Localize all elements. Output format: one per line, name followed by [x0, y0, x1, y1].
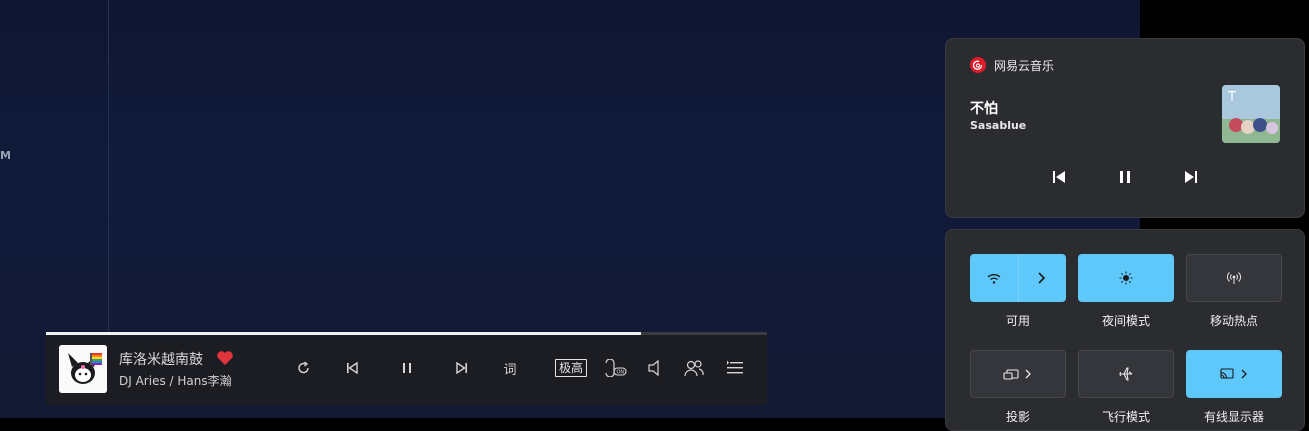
airplane-icon — [1119, 367, 1133, 381]
chevron-right-icon[interactable] — [1036, 271, 1048, 285]
song-artist[interactable]: DJ Aries / Hans李瀚 — [119, 372, 240, 389]
app-name: 网易云音乐 — [994, 59, 1055, 73]
hotspot-icon — [1227, 272, 1241, 284]
airplane-mode-label: 飞行模式 — [1101, 410, 1150, 424]
heart-icon[interactable] — [216, 350, 234, 370]
quality-badge[interactable]: 极高 — [555, 359, 588, 377]
progress-bar[interactable] — [46, 332, 767, 335]
media-artist: Sasablue — [970, 119, 1027, 132]
skip-next-icon — [456, 361, 467, 375]
music-player-bar: 库洛米越南鼓 DJ Aries / Hans李瀚 词 极高 ON — [46, 332, 767, 405]
people-icon — [684, 360, 704, 377]
song-title[interactable]: 库洛米越南鼓 — [119, 349, 203, 369]
media-next-button[interactable] — [1177, 163, 1205, 191]
volume-button[interactable] — [640, 354, 668, 382]
wifi-icon — [987, 274, 1001, 284]
night-light-icon — [1119, 271, 1133, 285]
wifi-label: 可用 — [1005, 314, 1030, 328]
repeat-button[interactable] — [290, 354, 318, 382]
svg-text:ON: ON — [617, 370, 625, 376]
speaker-icon — [648, 359, 659, 377]
night-light-tile[interactable] — [1078, 254, 1174, 302]
media-pause-button[interactable] — [1111, 163, 1139, 191]
cast-icon — [1220, 368, 1247, 379]
project-label: 投影 — [1005, 410, 1030, 424]
mobile-hotspot-tile[interactable] — [1186, 254, 1282, 302]
media-title: 不怕 — [970, 101, 998, 117]
night-light-label: 夜间模式 — [1101, 314, 1150, 328]
listen-together-button[interactable] — [680, 354, 708, 382]
previous-button[interactable] — [338, 354, 366, 382]
airplane-mode-tile[interactable] — [1078, 350, 1174, 398]
album-cover[interactable] — [59, 345, 107, 393]
media-flyout: 网易云音乐 不怕 Sasablue — [945, 38, 1305, 218]
wifi-tile[interactable] — [970, 254, 1066, 302]
cast-tile[interactable] — [1186, 350, 1282, 398]
playlist-button[interactable] — [721, 354, 749, 382]
kuromi-cover-image — [59, 345, 107, 393]
pause-button[interactable] — [393, 354, 421, 382]
sound-effect-button[interactable]: ON — [601, 354, 629, 382]
skip-previous-icon — [347, 361, 358, 375]
mobile-hotspot-label: 移动热点 — [1209, 314, 1258, 328]
divider-line — [108, 0, 109, 340]
media-album-art — [1222, 85, 1280, 143]
skip-previous-icon — [1053, 171, 1065, 183]
progress-fill — [46, 332, 641, 335]
next-button[interactable] — [448, 354, 476, 382]
cast-label: 有线显示器 — [1203, 410, 1264, 424]
side-label: M — [0, 149, 11, 162]
netease-music-logo-icon — [970, 57, 986, 73]
tile-divider — [1018, 254, 1019, 302]
project-tile[interactable] — [970, 350, 1066, 398]
media-previous-button[interactable] — [1045, 163, 1073, 191]
pause-icon — [403, 363, 411, 373]
project-icon — [1003, 369, 1031, 380]
sound-effect-icon: ON — [605, 359, 627, 377]
lyrics-button[interactable]: 词 — [496, 354, 524, 382]
pause-icon — [1120, 171, 1130, 183]
skip-next-icon — [1185, 171, 1197, 183]
quick-settings-panel: 可用 夜间模式 移动热点 投影 飞行模式 有线显示器 — [945, 229, 1305, 431]
playlist-icon — [727, 360, 743, 374]
repeat-icon — [298, 361, 309, 374]
